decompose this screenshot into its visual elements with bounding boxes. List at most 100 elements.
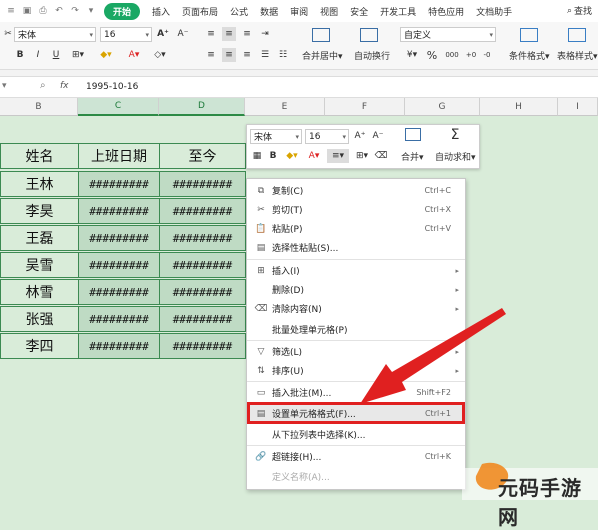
conditional-format-icon[interactable]: [520, 28, 538, 42]
increase-font-icon[interactable]: A⁺: [156, 27, 170, 41]
font-name-select[interactable]: 宋体 ▾: [14, 27, 96, 42]
cut-icon[interactable]: ✂: [4, 27, 12, 41]
column-header-e[interactable]: E: [245, 98, 325, 116]
menu-tab-doc-assistant[interactable]: 文档助手: [476, 5, 512, 18]
number-format-select[interactable]: 自定义 ▾: [400, 27, 496, 42]
mini-borders-icon[interactable]: ⊞▾: [353, 149, 371, 163]
italic-icon[interactable]: I: [32, 48, 44, 62]
context-menu-item-cut[interactable]: ✂ 剪切(T) Ctrl+X: [247, 200, 465, 219]
currency-icon[interactable]: ¥ ▾: [404, 48, 420, 62]
menu-tab-home[interactable]: 开始: [104, 2, 141, 20]
font-color-icon[interactable]: A▾: [124, 48, 144, 62]
mini-autosum-icon[interactable]: Σ: [447, 127, 463, 143]
table-cell-name[interactable]: 李昊: [0, 198, 79, 224]
merge-center-button[interactable]: 合并居中▾: [302, 49, 343, 62]
clear-format-icon[interactable]: ◇▾: [150, 48, 170, 62]
merge-center-icon[interactable]: [312, 28, 330, 42]
column-header-b[interactable]: B: [0, 98, 78, 116]
context-menu-item-pick-from-list[interactable]: 从下拉列表中选择(K)...: [247, 425, 465, 444]
fill-color-icon[interactable]: ◆▾: [96, 48, 116, 62]
table-cell-tenure[interactable]: #########: [159, 333, 246, 359]
font-size-select[interactable]: 16 ▾: [100, 27, 152, 42]
menu-tab-insert[interactable]: 插入: [152, 5, 170, 18]
decrease-decimal-icon[interactable]: -0: [480, 48, 494, 62]
table-cell-tenure[interactable]: #########: [159, 171, 246, 197]
table-cell-tenure[interactable]: #########: [159, 306, 246, 332]
table-style-button[interactable]: 表格样式▾: [557, 49, 598, 62]
table-cell-start-date[interactable]: #########: [78, 333, 160, 359]
table-cell-tenure[interactable]: #########: [159, 198, 246, 224]
mini-format-painter-icon[interactable]: ▦: [251, 149, 263, 163]
percent-icon[interactable]: %: [426, 48, 438, 62]
table-cell-start-date[interactable]: #########: [78, 225, 160, 251]
mini-clear-icon[interactable]: ⌫: [375, 149, 388, 163]
mini-align-icon[interactable]: ≡▾: [327, 149, 349, 163]
table-cell-start-date[interactable]: #########: [78, 198, 160, 224]
column-header-g[interactable]: G: [405, 98, 480, 116]
search-command[interactable]: ⌕ 查找: [567, 4, 592, 18]
mini-bold-icon[interactable]: B: [267, 149, 279, 163]
align-middle-icon[interactable]: ≡: [222, 27, 236, 41]
menu-tab-formulas[interactable]: 公式: [230, 5, 248, 18]
menu-tab-security[interactable]: 安全: [350, 5, 368, 18]
undo-icon[interactable]: ↶: [54, 6, 64, 16]
dropdown-icon[interactable]: ▾: [86, 6, 96, 16]
mini-merge-button[interactable]: 合并▾: [401, 150, 424, 163]
column-header-f[interactable]: F: [325, 98, 405, 116]
mini-merge-icon[interactable]: [405, 128, 421, 141]
underline-icon[interactable]: U: [50, 48, 62, 62]
column-header-h[interactable]: H: [480, 98, 558, 116]
context-menu-item-delete[interactable]: 删除(D) ▸: [247, 280, 465, 299]
indent-icon[interactable]: ⇥: [258, 27, 272, 41]
column-header-d[interactable]: D: [159, 98, 245, 116]
table-cell-name[interactable]: 吴雪: [0, 252, 79, 278]
save-icon[interactable]: ▣: [22, 6, 32, 16]
context-menu-item-paste-special[interactable]: ▤ 选择性粘贴(S)...: [247, 238, 465, 257]
context-menu-item-paste[interactable]: 📋 粘贴(P) Ctrl+V: [247, 219, 465, 238]
wrap-text-button[interactable]: 自动换行: [354, 49, 390, 62]
thousands-icon[interactable]: 000: [444, 48, 460, 62]
mini-font-size-select[interactable]: 16 ▾: [305, 129, 349, 144]
menu-tab-view[interactable]: 视图: [320, 5, 338, 18]
zoom-icon[interactable]: ⌕: [40, 80, 46, 91]
conditional-format-button[interactable]: 条件格式▾: [509, 49, 550, 62]
mini-fill-color-icon[interactable]: ◆▾: [283, 149, 301, 163]
table-cell-tenure[interactable]: #########: [159, 225, 246, 251]
menu-tab-data[interactable]: 数据: [260, 5, 278, 18]
mini-decrease-font-icon[interactable]: A⁻: [371, 129, 385, 143]
mini-autosum-button[interactable]: 自动求和▾: [435, 150, 476, 163]
name-box-chevron-icon[interactable]: ▾: [2, 81, 7, 91]
mini-increase-font-icon[interactable]: A⁺: [353, 129, 367, 143]
table-cell-start-date[interactable]: #########: [78, 306, 160, 332]
borders-icon[interactable]: ⊞▾: [68, 48, 88, 62]
mini-font-name-select[interactable]: 宋体 ▾: [250, 129, 302, 144]
decrease-font-icon[interactable]: A⁻: [176, 27, 190, 41]
table-cell-tenure[interactable]: #########: [159, 252, 246, 278]
print-icon[interactable]: ⎙: [38, 6, 48, 16]
increase-decimal-icon[interactable]: +0: [464, 48, 478, 62]
table-header-name[interactable]: 姓名: [0, 143, 79, 169]
redo-icon[interactable]: ↷: [70, 6, 80, 16]
table-cell-name[interactable]: 李四: [0, 333, 79, 359]
menu-tab-review[interactable]: 审阅: [290, 5, 308, 18]
menu-tab-developer[interactable]: 开发工具: [380, 5, 416, 18]
table-cell-name[interactable]: 王磊: [0, 225, 79, 251]
context-menu-item-hyperlink[interactable]: 🔗 超链接(H)... Ctrl+K: [247, 447, 465, 466]
table-cell-start-date[interactable]: #########: [78, 252, 160, 278]
align-right-icon[interactable]: ≡: [240, 48, 254, 62]
table-cell-tenure[interactable]: #########: [159, 279, 246, 305]
justify-icon[interactable]: ☰: [258, 48, 272, 62]
bold-icon[interactable]: B: [14, 48, 26, 62]
table-cell-name[interactable]: 王林: [0, 171, 79, 197]
context-menu-item-insert[interactable]: ⊞ 插入(I) ▸: [247, 261, 465, 280]
menu-tab-page-layout[interactable]: 页面布局: [182, 5, 218, 18]
table-cell-name[interactable]: 张强: [0, 306, 79, 332]
align-bottom-icon[interactable]: ≡: [240, 27, 254, 41]
column-header-i[interactable]: I: [558, 98, 598, 116]
formula-input[interactable]: 1995-10-16: [86, 82, 138, 92]
table-cell-name[interactable]: 林雪: [0, 279, 79, 305]
table-cell-start-date[interactable]: #########: [78, 279, 160, 305]
table-header-tenure[interactable]: 至今: [159, 143, 246, 169]
mini-font-color-icon[interactable]: A▾: [305, 149, 323, 163]
wrap-text-icon[interactable]: [360, 28, 378, 42]
